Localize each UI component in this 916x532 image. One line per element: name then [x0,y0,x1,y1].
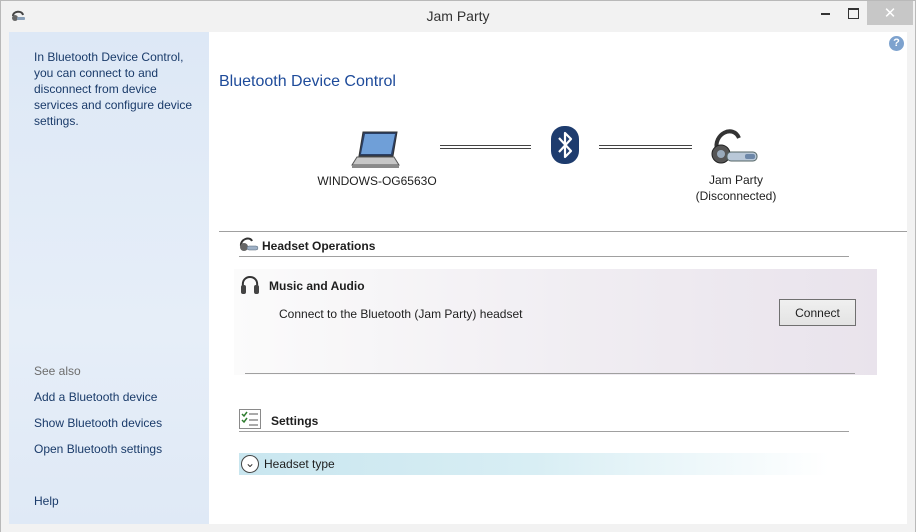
music-audio-description: Connect to the Bluetooth (Jam Party) hea… [279,307,523,321]
music-audio-panel: Music and Audio Connect to the Bluetooth… [234,269,877,375]
headphones-icon [240,272,260,299]
expand-chevron-icon[interactable]: ⌄ [241,455,259,473]
headset-type-label: Headset type [264,457,335,471]
device-name: Jam Party [708,173,763,187]
close-button[interactable]: ✕ [867,1,913,25]
settings-divider [239,431,849,432]
window-right-border [907,32,915,524]
maximize-icon[interactable] [839,1,867,25]
page-title: Bluetooth Device Control [219,73,396,90]
help-icon[interactable]: ? [889,36,904,51]
headset-icon [709,126,761,171]
minimize-icon[interactable] [811,1,839,25]
header-divider [219,231,907,232]
window-title: Jam Party [426,8,490,24]
settings-list-icon [239,409,261,432]
open-bluetooth-settings-link[interactable]: Open Bluetooth settings [34,442,162,456]
left-navigation-pane: In Bluetooth Device Control, you can con… [9,32,209,524]
headset-operations-icon [239,236,259,255]
bluetooth-icon [550,125,580,168]
show-bluetooth-devices-link[interactable]: Show Bluetooth devices [34,416,162,430]
headset-operations-divider [239,256,849,257]
app-window: Jam Party ✕ In Bluetooth Device Control,… [0,0,916,532]
close-icon: ✕ [883,5,897,22]
window-bottom-border [1,524,915,532]
connection-line-right [599,145,692,149]
headset-type-expander[interactable]: ⌄ Headset type [239,453,829,475]
laptop-icon [351,130,401,173]
main-content: ? Bluetooth Device Control WINDOWS-OG656… [209,32,907,524]
left-pane-description: In Bluetooth Device Control, you can con… [34,50,193,128]
music-audio-divider [245,373,855,374]
device-status: (Disconnected) [695,189,777,203]
computer-name: WINDOWS-OG6563O [317,174,437,188]
connection-line-left [440,145,531,149]
settings-heading: Settings [271,414,319,428]
help-link[interactable]: Help [34,494,59,508]
headset-operations-heading: Headset Operations [262,239,376,253]
music-audio-title: Music and Audio [269,279,365,293]
add-bluetooth-device-link[interactable]: Add a Bluetooth device [34,390,157,404]
connect-button[interactable]: Connect [779,299,856,326]
see-also-heading: See also [34,364,81,378]
title-bar[interactable]: Jam Party ✕ [1,1,915,32]
